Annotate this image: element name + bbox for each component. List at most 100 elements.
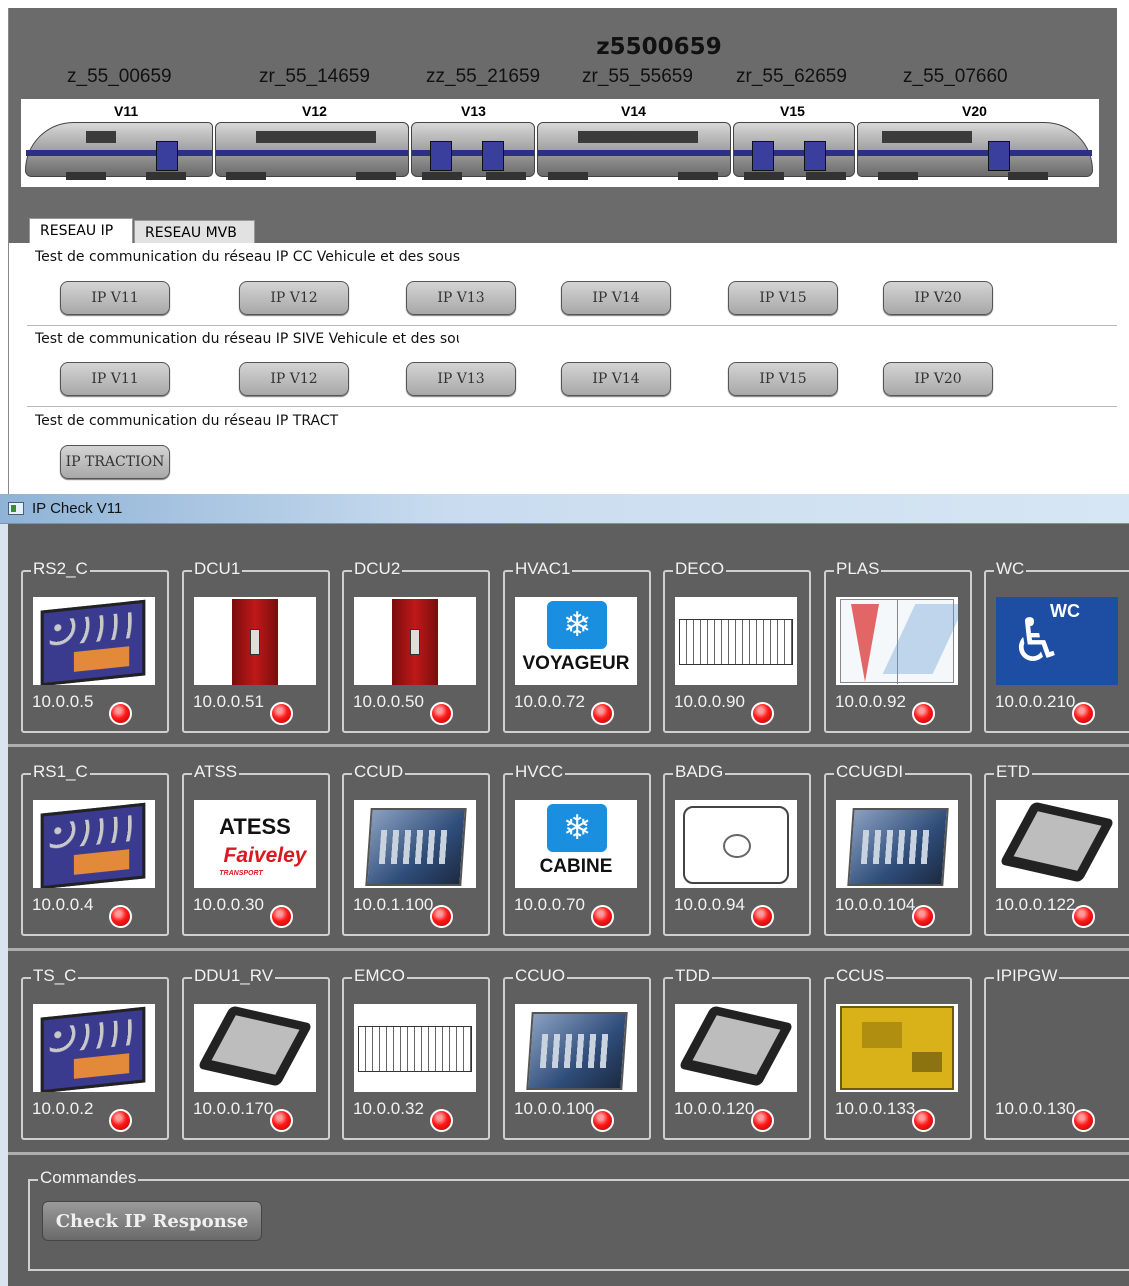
status-led-icon	[109, 1109, 132, 1132]
device-name: HVAC1	[513, 559, 573, 579]
train-car-icon	[857, 122, 1093, 180]
device-name: CCUD	[352, 762, 406, 782]
status-led-icon	[751, 905, 774, 928]
device-box-ccuo: CCUO 10.0.0.100	[503, 966, 651, 1140]
car-name: V14	[621, 103, 646, 119]
ip-v14-button[interactable]: IP V14	[561, 281, 671, 315]
device-name: DCU1	[192, 559, 243, 579]
row-separator	[8, 948, 1129, 951]
ip-v13-button[interactable]: IP V13	[406, 362, 516, 396]
device-image-caption: CABINE	[539, 856, 613, 877]
device-name: CCUS	[834, 966, 887, 986]
device-ip: 10.0.0.92	[835, 692, 906, 711]
section-label-cc: Test de communication du réseau IP CC Ve…	[35, 249, 461, 265]
ip-check-window: RS2_C 10.0.0.5 DCU1 10.0.0.51 DCU2 10.0.0.…	[0, 524, 1129, 1286]
car-code: z_55_07660	[903, 66, 1008, 87]
car-code: zr_55_55659	[582, 66, 693, 87]
controller-icon	[515, 1004, 637, 1092]
display-icon	[194, 1004, 316, 1092]
status-led-icon	[1072, 1109, 1095, 1132]
device-ip: 10.0.0.72	[514, 692, 585, 711]
car-code: z_55_00659	[67, 66, 172, 87]
rack-icon	[354, 1004, 476, 1092]
device-ip: 10.0.0.170	[193, 1099, 274, 1118]
device-box-tdd: TDD 10.0.0.120	[663, 966, 811, 1140]
car-code: zr_55_14659	[259, 66, 370, 87]
ip-traction-button[interactable]: IP TRACTION	[60, 445, 170, 479]
device-box-plas: PLAS 10.0.0.92	[824, 559, 972, 733]
ip-v13-button[interactable]: IP V13	[406, 281, 516, 315]
status-led-icon	[1072, 702, 1095, 725]
ip-v20-button[interactable]: IP V20	[883, 281, 993, 315]
car-name: V11	[114, 103, 139, 119]
device-ip: 10.0.0.32	[353, 1099, 424, 1118]
device-name: ETD	[994, 762, 1032, 782]
device-name: RS2_C	[31, 559, 90, 579]
ip-v11-button[interactable]: IP V11	[60, 281, 170, 315]
status-led-icon	[912, 905, 935, 928]
device-ip: 10.0.0.104	[835, 895, 916, 914]
device-ip: 10.0.1.100	[353, 895, 434, 914]
ip-v11-button[interactable]: IP V11	[60, 362, 170, 396]
train-car-icon	[25, 122, 213, 180]
ip-v15-button[interactable]: IP V15	[728, 281, 838, 315]
ip-v12-button[interactable]: IP V12	[239, 362, 349, 396]
status-led-icon	[591, 905, 614, 928]
faiveley-logo: Faiveley	[223, 844, 307, 867]
car-name: V13	[461, 103, 486, 119]
device-ip: 10.0.0.90	[674, 692, 745, 711]
train-car-icon	[215, 122, 409, 180]
door-unit-icon	[194, 597, 316, 685]
car-code: zz_55_21659	[426, 66, 541, 87]
device-name: DCU2	[352, 559, 403, 579]
device-ip: 10.0.0.5	[32, 692, 94, 711]
device-name: EMCO	[352, 966, 407, 986]
device-name: ATSS	[192, 762, 240, 782]
device-box-dcu1: DCU1 10.0.0.51	[182, 559, 330, 733]
device-ip: 10.0.0.122	[995, 895, 1076, 914]
device-ip: 10.0.0.94	[674, 895, 745, 914]
device-box-emco: EMCO 10.0.0.32	[342, 966, 490, 1140]
check-ip-response-button[interactable]: Check IP Response	[42, 1201, 262, 1241]
device-box-atss: ATSS ATESS Faiveley TRANSPORT 10.0.0.30	[182, 762, 330, 936]
controller-icon	[836, 800, 958, 888]
wheelchair-icon: ♿ WC	[996, 597, 1118, 685]
ip-v15-button[interactable]: IP V15	[728, 362, 838, 396]
switch-icon	[33, 597, 155, 685]
device-image-caption: ATESS	[219, 814, 291, 839]
status-led-icon	[430, 1109, 453, 1132]
device-name: PLAS	[834, 559, 882, 579]
ip-v12-button[interactable]: IP V12	[239, 281, 349, 315]
app-root: z5500659 z_55_00659 zr_55_14659 zz_55_21…	[0, 0, 1129, 1286]
device-box-ccud: CCUD 10.0.1.100	[342, 762, 490, 936]
device-name: DECO	[673, 559, 727, 579]
status-led-icon	[591, 1109, 614, 1132]
train-image: V11 V12 V13 V14 V15 V20	[21, 99, 1099, 187]
ip-v14-button[interactable]: IP V14	[561, 362, 671, 396]
tab-reseau-ip[interactable]: RESEAU IP	[29, 218, 133, 245]
car-name: V20	[962, 103, 987, 119]
status-led-icon	[912, 702, 935, 725]
device-name: BADG	[673, 762, 726, 782]
device-ip: 10.0.0.210	[995, 692, 1076, 711]
window-titlebar[interactable]: IP Check V11	[0, 494, 1129, 524]
device-ip: 10.0.0.2	[32, 1099, 94, 1118]
badge-reader-icon	[675, 800, 797, 888]
train-car-icon	[411, 122, 535, 180]
car-code: zr_55_62659	[736, 66, 847, 87]
device-name: TDD	[673, 966, 712, 986]
device-box-ddu1_rv: DDU1_RV 10.0.0.170	[182, 966, 330, 1140]
train-header: z5500659 z_55_00659 zr_55_14659 zz_55_21…	[9, 8, 1117, 245]
device-name: TS_C	[31, 966, 79, 986]
tab-reseau-mvb[interactable]: RESEAU MVB	[134, 220, 255, 244]
ip-v20-button[interactable]: IP V20	[883, 362, 993, 396]
circuit-board-icon	[836, 1004, 958, 1092]
window-app-icon	[8, 502, 24, 515]
device-name: RS1_C	[31, 762, 90, 782]
status-led-icon	[270, 702, 293, 725]
device-name: HVCC	[513, 762, 566, 782]
device-box-hvcc: HVCC ❄ CABINE 10.0.0.70	[503, 762, 651, 936]
device-ip: 10.0.0.70	[514, 895, 585, 914]
commands-label: Commandes	[38, 1168, 139, 1188]
status-led-icon	[109, 702, 132, 725]
